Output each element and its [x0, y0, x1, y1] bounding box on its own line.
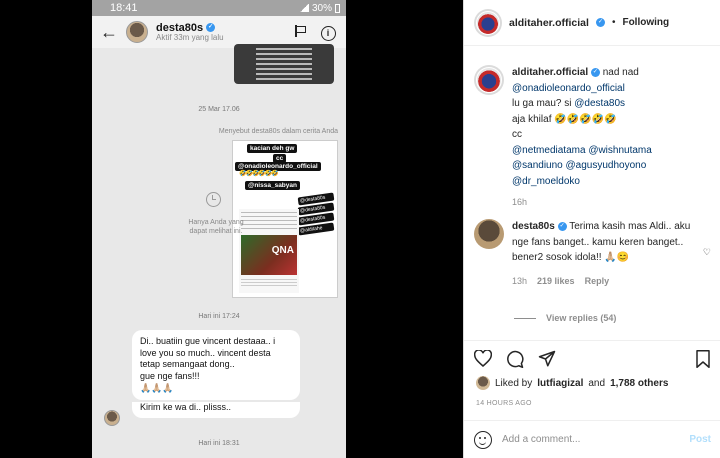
comments-area: alditaher.official ✓ nad nad @onadioleon… — [464, 47, 720, 337]
comment-time[interactable]: 13h — [512, 274, 527, 290]
caption-text: cc — [512, 129, 522, 140]
story-thumbnail[interactable] — [234, 44, 334, 84]
post-button[interactable]: Post — [689, 434, 711, 445]
message-emoji: 🙏🏼🙏🏼🙏🏼 — [140, 382, 174, 393]
dm-screenshot: 18:41 30% ← desta80s ✓ Aktif 33m yang la… — [92, 0, 346, 458]
verified-icon: ✓ — [590, 67, 600, 77]
following-button[interactable]: Following — [622, 17, 669, 28]
avatar — [104, 410, 120, 426]
emoji-icon[interactable] — [474, 430, 492, 449]
comment-input[interactable] — [502, 434, 680, 445]
view-replies[interactable]: View replies (54) — [514, 313, 616, 323]
story-tag: @nissa_sabyan — [245, 181, 300, 190]
message-line: Kirim ke wa di.. plisss.. — [140, 402, 232, 412]
comment-likes[interactable]: 219 likes — [537, 274, 575, 290]
back-arrow-icon[interactable]: ← — [100, 22, 118, 43]
add-comment-bar: Post — [464, 420, 720, 458]
mention-link[interactable]: @agusyudhoyono — [566, 160, 647, 171]
mention-link[interactable]: @desta80s — [574, 98, 625, 109]
signal-icon — [299, 4, 309, 12]
verified-icon: ✓ — [595, 18, 605, 27]
story-news-image: QNA — [239, 209, 299, 293]
liked-by-prefix: Liked by — [495, 377, 533, 389]
mention-link[interactable]: @onadioleonardo_official — [512, 83, 625, 94]
caption-text: lu ga mau? si — [512, 98, 572, 109]
status-bar: 18:41 30% — [92, 0, 346, 16]
history-icon — [206, 192, 221, 207]
caption: alditaher.official ✓ nad nad @onadioleon… — [474, 65, 712, 211]
mention-link[interactable]: @netmediatama — [512, 145, 586, 156]
story-image-text: QNA — [271, 245, 294, 256]
reply-button[interactable]: Reply — [585, 274, 610, 290]
caption-text: nad nad — [602, 67, 639, 78]
post-age[interactable]: 14 HOURS AGO — [476, 400, 532, 407]
timestamp: Hari ini 18:31 — [198, 440, 240, 447]
comment-icon[interactable] — [506, 350, 524, 368]
instagram-post-panel: alditaher.official ✓ • Following alditah… — [463, 0, 720, 458]
caption-time[interactable]: 16h — [512, 195, 712, 211]
mention-link[interactable]: @wishnutama — [588, 145, 652, 156]
info-icon[interactable]: i — [318, 24, 338, 41]
bookmark-icon[interactable] — [695, 349, 711, 368]
story-card[interactable]: kacian deh gw cc @onadioleonardo_officia… — [232, 140, 338, 298]
liked-by-count[interactable]: 1,788 others — [610, 378, 668, 389]
chat-thread: 25 Mar 17.06 Menyebut desta80s dalam cer… — [92, 44, 346, 458]
message-line: Di.. buatiin gue vincent destaaa.. i — [140, 336, 276, 346]
avatar[interactable] — [476, 376, 490, 390]
mention-link[interactable]: @dr_moeldoko — [512, 176, 580, 187]
flag-icon[interactable] — [290, 24, 310, 40]
view-replies-label[interactable]: View replies (54) — [546, 313, 616, 323]
story-emoji: 🤣🤣🤣🤣🤣🤣 — [239, 171, 279, 177]
avatar[interactable] — [474, 219, 504, 249]
only-you-note: Hanya Anda yang dapat melihat ini. — [188, 219, 244, 236]
dm-username[interactable]: desta80s — [156, 22, 203, 34]
caption-username[interactable]: alditaher.official — [512, 67, 588, 78]
message-line: gue nge fans!!! — [140, 371, 200, 382]
liked-by: Liked by lutfiagizal and 1,788 others — [476, 376, 668, 390]
message-line: tetap semangaat dong.. — [140, 359, 235, 370]
heart-icon[interactable] — [474, 350, 492, 367]
clock: 18:41 — [110, 2, 138, 14]
timestamp: 25 Mar 17.06 — [198, 106, 240, 113]
liked-by-and: and — [588, 377, 606, 389]
liked-by-user[interactable]: lutfiagizal — [537, 378, 583, 389]
verified-icon: ✓ — [206, 23, 216, 33]
battery-text: 30% — [311, 2, 332, 14]
post-username[interactable]: alditaher.official — [509, 17, 589, 29]
verified-icon: ✓ — [557, 221, 567, 231]
message-line: love you so much.. vincent desta — [140, 347, 271, 358]
mention-caption: Menyebut desta80s dalam cerita Anda — [218, 128, 338, 135]
avatar[interactable] — [474, 8, 502, 37]
avatar[interactable] — [126, 21, 148, 43]
share-icon[interactable] — [538, 350, 556, 368]
timestamp: Hari ini 17:24 — [198, 313, 240, 320]
avatar[interactable] — [474, 65, 504, 95]
story-side-tags: @desta80s @desta80s @desta80s @alditahe — [297, 192, 335, 236]
mention-link[interactable]: @sandiuno — [512, 160, 563, 171]
active-status: Aktif 33m yang lalu — [156, 32, 224, 42]
comment-username[interactable]: desta80s — [512, 221, 555, 232]
battery-icon — [335, 3, 340, 13]
action-bar — [464, 340, 720, 376]
comment-like-icon[interactable]: ♡ — [703, 247, 711, 258]
caption-text: aja khilaf 🤣🤣🤣🤣🤣 — [512, 113, 617, 125]
post-header: alditaher.official ✓ • Following — [464, 0, 720, 46]
comment: desta80s ✓ Terima kasih mas Aldi.. aku n… — [474, 219, 692, 289]
story-tag: kacian deh gw — [247, 144, 298, 153]
separator-dot: • — [611, 17, 616, 28]
message-bubble: Di.. buatiin gue vincent destaaa.. i lov… — [132, 330, 300, 401]
message-bubble: Kirim ke wa di.. plisss.. — [132, 402, 300, 418]
